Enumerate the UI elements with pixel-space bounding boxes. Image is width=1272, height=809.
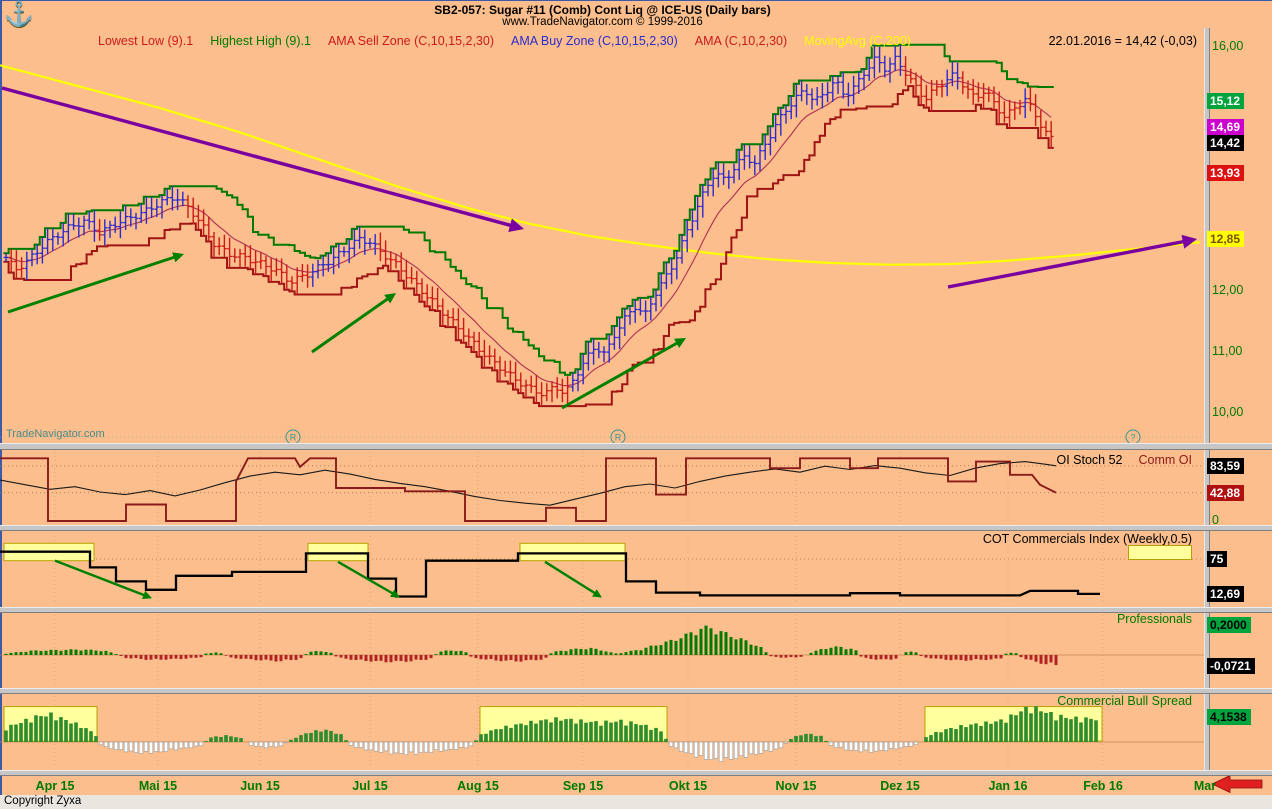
x-axis-label: Dez 15: [868, 779, 932, 793]
panel-splitter-2[interactable]: [0, 525, 1272, 531]
window-title: SB2-057: Sugar #11 (Comb) Cont Liq @ ICE…: [0, 3, 1205, 17]
trade-navigator-window: ⚓ SB2-057: Sugar #11 (Comb) Cont Liq @ I…: [0, 0, 1272, 809]
legend-item-1: Highest High (9).1: [210, 34, 311, 48]
panel-splitter-4[interactable]: [0, 688, 1272, 694]
x-axis-label: Sep 15: [551, 779, 615, 793]
scale-splitter[interactable]: [1204, 28, 1210, 776]
x-axis-label: Nov 15: [764, 779, 828, 793]
status-bar: Copyright Zyxa: [0, 795, 1272, 809]
legend-item-0: Lowest Low (9).1: [98, 34, 193, 48]
legend-item-4: AMA (C,10,2,30): [695, 34, 787, 48]
legend-item-2: AMA Sell Zone (C,10,15,2,30): [328, 34, 494, 48]
panel-splitter-1[interactable]: [0, 443, 1272, 450]
x-axis-label: Okt 15: [656, 779, 720, 793]
svg-text:R: R: [290, 433, 297, 443]
x-axis-label: Aug 15: [446, 779, 510, 793]
x-axis-label: Feb 16: [1071, 779, 1135, 793]
panel-splitter-3[interactable]: [0, 607, 1272, 613]
x-axis-label: Jul 15: [338, 779, 402, 793]
x-axis: Apr 15 Mai 15 Jun 15 Jul 15 Aug 15 Sep 15 Okt …: [0, 776, 1272, 795]
window-subtitle: www.TradeNavigator.com © 1999-2016: [0, 16, 1205, 28]
legend-item-5: MovingAvg (C,200): [804, 34, 911, 48]
x-axis-label: Apr 15: [23, 779, 87, 793]
indicator-legend: Lowest Low (9).1 Highest High (9).1 AMA Se…: [98, 34, 1197, 48]
svg-text:R: R: [615, 433, 622, 443]
svg-text:?: ?: [1130, 433, 1135, 443]
watermark: TradeNavigator.com: [6, 428, 105, 440]
x-axis-label: Jan 16: [976, 779, 1040, 793]
quote-readout: 22.01.2016 = 14,42 (-0,03): [1049, 34, 1197, 48]
x-axis-label: Jun 15: [228, 779, 292, 793]
copyright-text: Copyright Zyxa: [4, 795, 81, 807]
x-axis-label: Mai 15: [126, 779, 190, 793]
legend-item-3: AMA Buy Zone (C,10,15,2,30): [511, 34, 678, 48]
x-axis-label: Mar: [1173, 779, 1237, 793]
